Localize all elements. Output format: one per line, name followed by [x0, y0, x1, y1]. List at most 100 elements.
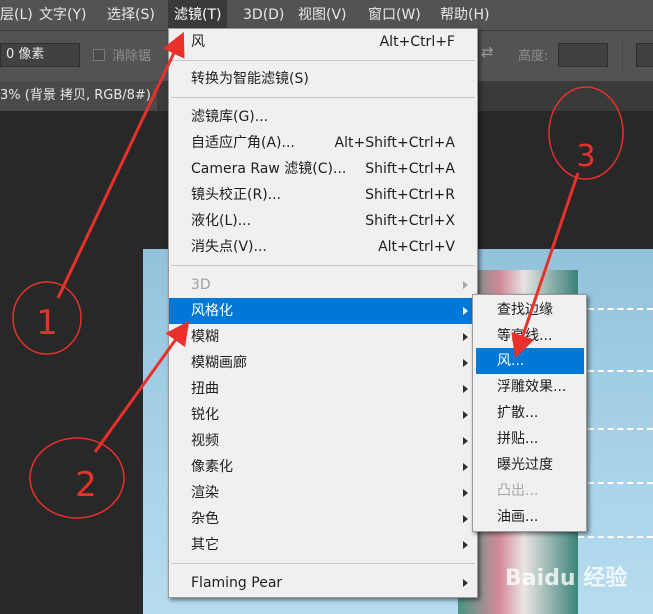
- submenu-item-diffuse[interactable]: 扩散...: [473, 400, 586, 426]
- menu-item-shortcut: Shift+Ctrl+R: [365, 187, 455, 203]
- options-divider: [622, 39, 623, 73]
- menu-item-label: 滤镜库(G)...: [191, 109, 269, 125]
- menu-type[interactable]: 文字(Y): [33, 0, 92, 30]
- menu-item-noise[interactable]: 杂色: [169, 506, 477, 532]
- menu-3d[interactable]: 3D(D): [237, 0, 290, 30]
- menu-item-filter-gallery[interactable]: 滤镜库(G)...: [169, 104, 477, 130]
- menu-item-convert-smart-filter[interactable]: 转换为智能滤镜(S): [169, 66, 477, 92]
- menu-view[interactable]: 视图(V): [292, 0, 353, 30]
- submenu-arrow-icon: [463, 437, 468, 445]
- submenu-item-label: 凸出...: [497, 483, 539, 499]
- menu-separator: [171, 563, 475, 564]
- menu-item-label: 3D: [191, 277, 211, 293]
- selection-marquee-line: [578, 482, 653, 484]
- stylize-submenu: 查找边缘 等高线... 风... 浮雕效果... 扩散... 拼贴... 曝光过…: [472, 294, 587, 532]
- menu-filter[interactable]: 滤镜(T): [168, 0, 228, 30]
- menu-item-pixelate[interactable]: 像素化: [169, 454, 477, 480]
- swap-icon[interactable]: ⇄: [481, 43, 494, 61]
- menu-item-blur[interactable]: 模糊: [169, 324, 477, 350]
- submenu-arrow-icon: [463, 411, 468, 419]
- menu-item-shortcut: Alt+Shift+Ctrl+A: [334, 135, 455, 151]
- submenu-item-label: 曝光过度: [497, 457, 553, 473]
- menu-item-shortcut: Shift+Ctrl+A: [365, 161, 455, 177]
- filter-menu: 风 Alt+Ctrl+F 转换为智能滤镜(S) 滤镜库(G)... 自适应广角(…: [168, 28, 478, 598]
- menu-select[interactable]: 选择(S): [101, 0, 161, 30]
- menu-separator: [171, 265, 475, 266]
- submenu-arrow-icon: [463, 541, 468, 549]
- menu-item-camera-raw[interactable]: Camera Raw 滤镜(C)... Shift+Ctrl+A: [169, 156, 477, 182]
- menu-item-shortcut: Alt+Ctrl+V: [378, 239, 455, 255]
- menu-item-stylize[interactable]: 风格化: [169, 298, 477, 324]
- height-field[interactable]: [558, 43, 608, 67]
- submenu-item-wind[interactable]: 风...: [476, 348, 584, 374]
- menu-item-shortcut: Shift+Ctrl+X: [365, 213, 455, 229]
- submenu-arrow-icon: [463, 463, 468, 471]
- menu-item-shortcut: Alt+Ctrl+F: [379, 34, 455, 50]
- selection-marquee-line: [578, 536, 653, 538]
- submenu-item-label: 等高线...: [497, 328, 553, 344]
- submenu-item-label: 扩散...: [497, 405, 539, 421]
- menu-item-blur-gallery[interactable]: 模糊画廊: [169, 350, 477, 376]
- menu-item-liquify[interactable]: 液化(L)... Shift+Ctrl+X: [169, 208, 477, 234]
- submenu-item-find-edges[interactable]: 查找边缘: [473, 297, 586, 323]
- menu-item-other[interactable]: 其它: [169, 532, 477, 558]
- menu-bar: 层(L) 文字(Y) 选择(S) 滤镜(T) 3D(D) 视图(V) 窗口(W)…: [0, 0, 653, 30]
- menu-item-vanishing-point[interactable]: 消失点(V)... Alt+Ctrl+V: [169, 234, 477, 260]
- selection-marquee-line: [578, 370, 653, 372]
- menu-item-label: 自适应广角(A)...: [191, 135, 295, 151]
- menu-item-last-filter[interactable]: 风 Alt+Ctrl+F: [169, 29, 477, 55]
- submenu-item-emboss[interactable]: 浮雕效果...: [473, 374, 586, 400]
- menu-item-label: 锐化: [191, 407, 219, 423]
- submenu-item-label: 油画...: [497, 509, 539, 525]
- menu-separator: [171, 60, 475, 61]
- submenu-arrow-icon: [463, 281, 468, 289]
- submenu-item-label: 浮雕效果...: [497, 379, 567, 395]
- menu-item-label: 模糊画廊: [191, 355, 247, 371]
- submenu-item-label: 拼贴...: [497, 431, 539, 447]
- submenu-arrow-icon: [463, 333, 468, 341]
- menu-item-label: 扭曲: [191, 381, 219, 397]
- menu-item-label: 渲染: [191, 485, 219, 501]
- menu-item-label: 风格化: [191, 303, 233, 319]
- menu-item-label: 其它: [191, 537, 219, 553]
- submenu-item-extrude: 凸出...: [473, 478, 586, 504]
- submenu-item-tiles[interactable]: 拼贴...: [473, 426, 586, 452]
- feather-field[interactable]: 0 像素: [0, 43, 80, 67]
- menu-item-3d: 3D: [169, 272, 477, 298]
- menu-item-label: 模糊: [191, 329, 219, 345]
- menu-item-label: 风: [191, 34, 205, 50]
- menu-help[interactable]: 帮助(H): [434, 0, 495, 30]
- menu-item-flaming-pear[interactable]: Flaming Pear: [169, 570, 477, 596]
- menu-item-lens-correction[interactable]: 镜头校正(R)... Shift+Ctrl+R: [169, 182, 477, 208]
- selection-marquee-line: [578, 308, 653, 310]
- document-tab[interactable]: 3% (背景 拷贝, RGB/8#): [0, 81, 157, 111]
- submenu-item-contour[interactable]: 等高线...: [473, 323, 586, 349]
- antialias-label: 消除锯: [112, 49, 152, 64]
- submenu-item-label: 查找边缘: [497, 302, 553, 318]
- menu-item-render[interactable]: 渲染: [169, 480, 477, 506]
- select-mask-button[interactable]: [636, 43, 653, 67]
- submenu-item-oil-paint[interactable]: 油画...: [473, 504, 586, 530]
- menu-item-label: 镜头校正(R)...: [191, 187, 282, 203]
- menu-item-label: Camera Raw 滤镜(C)...: [191, 161, 347, 177]
- submenu-arrow-icon: [463, 579, 468, 587]
- submenu-arrow-icon: [463, 307, 468, 315]
- menu-item-label: 杂色: [191, 511, 219, 527]
- watermark: Baidu 经验: [505, 566, 628, 591]
- antialias-checkbox[interactable]: [93, 49, 105, 61]
- submenu-item-solarize[interactable]: 曝光过度: [473, 452, 586, 478]
- menu-item-label: 转换为智能滤镜(S): [191, 71, 309, 87]
- submenu-arrow-icon: [463, 515, 468, 523]
- menu-item-video[interactable]: 视频: [169, 428, 477, 454]
- menu-window[interactable]: 窗口(W): [362, 0, 427, 30]
- menu-item-label: Flaming Pear: [191, 575, 283, 591]
- menu-item-adaptive-wide-angle[interactable]: 自适应广角(A)... Alt+Shift+Ctrl+A: [169, 130, 477, 156]
- menu-item-distort[interactable]: 扭曲: [169, 376, 477, 402]
- submenu-arrow-icon: [463, 359, 468, 367]
- selection-marquee-line: [578, 428, 653, 430]
- menu-item-sharpen[interactable]: 锐化: [169, 402, 477, 428]
- menu-separator: [171, 97, 475, 98]
- menu-item-label: 消失点(V)...: [191, 239, 267, 255]
- menu-item-label: 视频: [191, 433, 219, 449]
- submenu-item-label: 风...: [497, 353, 525, 369]
